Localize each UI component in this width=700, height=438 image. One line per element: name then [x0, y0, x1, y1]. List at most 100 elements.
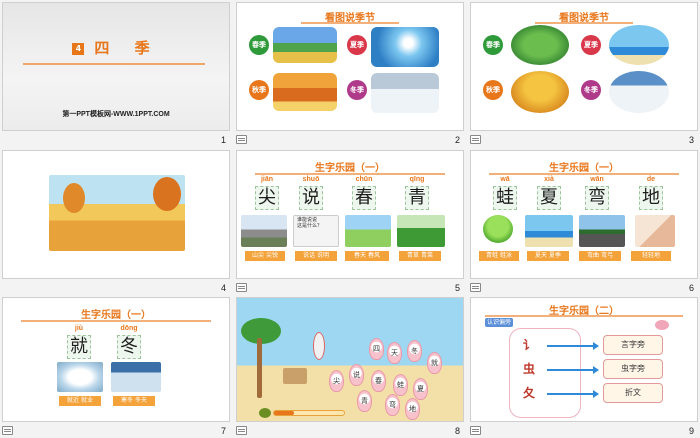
character-petal[interactable]: 说: [349, 364, 364, 386]
slide-canvas: 4四 季 第一PPT模板网-WWW.1PPT.COM: [2, 2, 230, 131]
slide-number: 9: [688, 426, 694, 436]
speech-bubble-text: 谁能说说 这是什么？: [297, 217, 323, 229]
character-petal[interactable]: 尖: [329, 370, 344, 392]
season-label-spring: 春季: [249, 35, 269, 55]
radicals-panel: [509, 328, 581, 418]
slide-number: 6: [688, 283, 694, 293]
arrow-right-icon: [547, 390, 599, 398]
character-petal[interactable]: 弯: [385, 394, 400, 416]
slide-sorter: 4四 季 第一PPT模板网-WWW.1PPT.COM 1 看图说季节 春季 夏季…: [0, 0, 700, 438]
bow-decoration: [655, 320, 669, 330]
slide-canvas: 看图说季节 春季 夏季 秋季 冬季: [236, 2, 464, 131]
word-bar: 说话 说明: [295, 251, 337, 261]
word-bar: 青草 青菜: [399, 251, 441, 261]
character-petal[interactable]: 青: [357, 390, 372, 412]
tag-label: 认识偏旁: [485, 318, 513, 327]
arrow-right-icon: [547, 342, 599, 350]
season-label-winter: 冬季: [581, 80, 601, 100]
mountain-peak-picture: [241, 215, 287, 247]
hanzi-card: 青: [405, 186, 429, 210]
character-petal[interactable]: 就: [427, 352, 442, 374]
lesson-number-badge: 4: [72, 42, 85, 55]
snail-icon: [259, 408, 271, 418]
heading-underline: [255, 173, 445, 175]
slide-thumbnail-8[interactable]: 四 天 冬 尖 就 说 青 春 蛙 夏 弯 地 8: [236, 297, 464, 438]
pinyin-label: de: [646, 176, 656, 183]
slide-thumbnail-5[interactable]: 生字乐园（一） jiān 尖 shuō 说 chūn 春 qīng 青 谁能说说…: [236, 150, 464, 295]
slide-thumbnail-9[interactable]: 生字乐园（二） 认识偏旁 讠 虫 夂 言字旁 虫字旁 折文 9: [470, 297, 698, 438]
slide-thumbnail-3[interactable]: 看图说季节 春季 夏季 秋季 冬季 3: [470, 2, 698, 147]
summer-photo: [609, 25, 669, 65]
heading-underline: [301, 22, 399, 24]
slide-canvas: 生字乐园（二） 认识偏旁 讠 虫 夂 言字旁 虫字旁 折文: [470, 297, 698, 422]
hanzi-card: 弯: [585, 186, 609, 210]
slide-thumbnail-7[interactable]: 生字乐园（一） jiù 就 dōng 冬 就近 就业 寒冬 冬天 7: [2, 297, 230, 438]
radical-glyph: 讠: [523, 338, 536, 352]
title-underline: [23, 63, 205, 65]
character-petal[interactable]: 天: [387, 342, 402, 364]
slide-number: 3: [688, 135, 694, 145]
word-bar: 弯曲 弯弓: [579, 251, 621, 261]
character-petal[interactable]: 春: [371, 370, 386, 392]
word-bar: 就近 就业: [59, 396, 101, 406]
word-bar: 夏天 夏季: [527, 251, 569, 261]
slide-number: 4: [220, 283, 226, 293]
spring-picture: [345, 215, 391, 247]
progress-fill: [274, 411, 294, 415]
slide-heading: 生字乐园（一）: [315, 163, 385, 174]
pinyin-label: jiān: [260, 176, 274, 183]
spring-photo: [511, 25, 569, 65]
rocket-illustration: [313, 332, 325, 360]
slide-number: 1: [220, 135, 226, 145]
slide-thumbnail-1[interactable]: 4四 季 第一PPT模板网-WWW.1PPT.COM 1: [2, 2, 230, 147]
hanzi-card: 地: [639, 186, 663, 210]
slide-title: 4四 季: [3, 37, 229, 58]
arrow-right-icon: [547, 366, 599, 374]
summer-photo: [371, 27, 439, 67]
character-petal[interactable]: 四: [369, 338, 384, 360]
radical-name-box: 言字旁: [603, 335, 663, 355]
pinyin-label: xià: [544, 176, 554, 183]
word-bar: 春天 春风: [345, 251, 389, 261]
character-petal[interactable]: 蛙: [393, 374, 408, 396]
season-label-winter: 冬季: [347, 80, 367, 100]
slide-canvas: [2, 150, 230, 279]
heading-underline: [489, 173, 679, 175]
slide-canvas: 四 天 冬 尖 就 说 青 春 蛙 夏 弯 地: [236, 297, 464, 422]
slide-canvas: 生字乐园（一） jiù 就 dōng 冬 就近 就业 寒冬 冬天: [2, 297, 230, 422]
palm-trunk-illustration: [257, 338, 262, 398]
season-label-autumn: 秋季: [249, 80, 269, 100]
tree-illustration: [63, 183, 85, 213]
heading-underline: [535, 22, 633, 24]
slide-thumbnail-2[interactable]: 看图说季节 春季 夏季 秋季 冬季 2: [236, 2, 464, 147]
slide-thumbnail-4[interactable]: 4: [2, 150, 230, 295]
notes-icon: [470, 283, 481, 292]
character-petal[interactable]: 夏: [413, 378, 428, 400]
hanzi-card: 蛙: [493, 186, 517, 210]
stairs-picture: [635, 215, 675, 247]
pinyin-label: wān: [590, 176, 604, 183]
notes-icon: [470, 426, 481, 435]
word-bar: 轻轻地: [631, 251, 671, 261]
curved-road-picture: [579, 215, 625, 247]
notes-icon: [2, 426, 13, 435]
autumn-photo: [273, 73, 337, 111]
spring-photo: [273, 27, 337, 63]
green-grass-picture: [397, 215, 445, 247]
pinyin-label: jiù: [74, 325, 84, 332]
pinyin-label: shuō: [302, 176, 320, 183]
slide-thumbnail-6[interactable]: 生字乐园（一） wā 蛙 xià 夏 wān 弯 de 地 青蛙 蛙泳 夏天 夏…: [470, 150, 698, 295]
notes-icon: [236, 135, 247, 144]
hanzi-card: 夏: [537, 186, 561, 210]
season-label-summer: 夏季: [581, 35, 601, 55]
slide-heading: 生字乐园（一）: [549, 163, 619, 174]
footer-text: 第一PPT模板网-WWW.1PPT.COM: [62, 111, 170, 118]
slide-heading: 生字乐园（一）: [81, 310, 151, 321]
winter-photo: [609, 71, 669, 113]
character-petal[interactable]: 冬: [407, 340, 422, 362]
notes-icon: [236, 426, 247, 435]
slide-canvas: 生字乐园（一） wā 蛙 xià 夏 wān 弯 de 地 青蛙 蛙泳 夏天 夏…: [470, 150, 698, 279]
hanzi-card: 就: [67, 335, 91, 359]
character-petal[interactable]: 地: [405, 398, 420, 420]
radical-name-box: 虫字旁: [603, 359, 663, 379]
